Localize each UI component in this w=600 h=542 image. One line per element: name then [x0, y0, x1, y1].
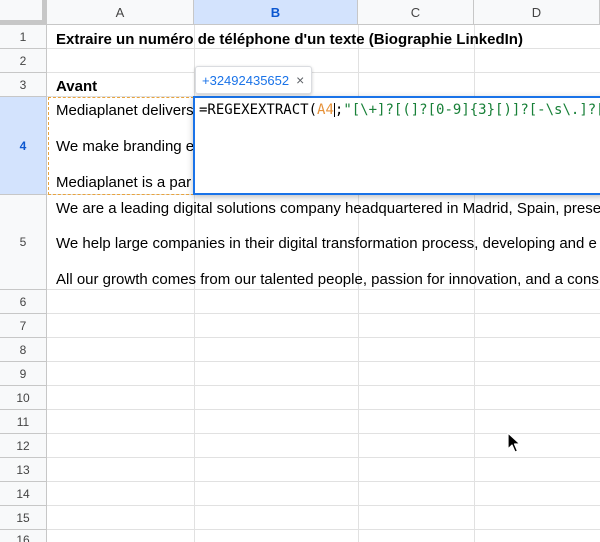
grid-line	[47, 481, 600, 482]
grid-line	[47, 409, 600, 410]
row-header-3[interactable]: 3	[0, 73, 47, 97]
column-header-c[interactable]: C	[358, 0, 474, 25]
close-icon[interactable]: ×	[296, 72, 304, 88]
row-header-9[interactable]: 9	[0, 362, 47, 386]
grid-line	[47, 385, 600, 386]
formula-regex-pattern: "[\+]?[(]?[0-9]{3}[)]?[-\s\.]?[0	[343, 102, 600, 118]
column-header-b[interactable]: B	[194, 0, 358, 25]
cell-a5-line-2[interactable]: We help large companies in their digital…	[56, 235, 597, 252]
grid-line	[47, 337, 600, 338]
grid-line	[47, 457, 600, 458]
cell-a3-label[interactable]: Avant	[56, 78, 97, 95]
column-header-a[interactable]: A	[47, 0, 194, 25]
row-header-8[interactable]: 8	[0, 338, 47, 362]
grid-line	[47, 72, 600, 73]
referenced-range-highlight	[48, 97, 194, 195]
cell-a1-title[interactable]: Extraire un numéro de téléphone d'un tex…	[56, 31, 523, 48]
formula-function: =REGEXEXTRACT(	[199, 102, 318, 118]
row-header-2[interactable]: 2	[0, 49, 47, 73]
grid-line	[47, 505, 600, 506]
grid-line	[47, 48, 600, 49]
select-all-corner[interactable]	[0, 0, 47, 25]
spreadsheet-grid[interactable]: A B C D 1 2 3 4 5 6 7 8 9 10 11 12 13 14…	[0, 0, 600, 542]
row-header-10[interactable]: 10	[0, 386, 47, 410]
row-header-12[interactable]: 12	[0, 434, 47, 458]
row-header-13[interactable]: 13	[0, 458, 47, 482]
row-header-4[interactable]: 4	[0, 97, 47, 195]
row-header-16[interactable]: 16	[0, 530, 47, 542]
cell-b4-formula-editor[interactable]: =REGEXEXTRACT(A4;"[\+]?[(]?[0-9]{3}[)]?[…	[193, 96, 600, 195]
column-header-d[interactable]: D	[474, 0, 600, 25]
grid-line	[47, 361, 600, 362]
preview-value: +32492435652	[202, 72, 290, 88]
row-header-14[interactable]: 14	[0, 482, 47, 506]
row-header-5[interactable]: 5	[0, 195, 47, 290]
formula-result-preview: +32492435652 ×	[195, 66, 312, 94]
row-header-11[interactable]: 11	[0, 410, 47, 434]
formula-text[interactable]: =REGEXEXTRACT(A4;"[\+]?[(]?[0-9]{3}[)]?[…	[199, 102, 600, 118]
row-header-15[interactable]: 15	[0, 506, 47, 530]
cell-a5-line-1[interactable]: We are a leading digital solutions compa…	[56, 200, 600, 217]
grid-line	[47, 289, 600, 290]
formula-cell-reference: A4	[317, 102, 334, 118]
cell-a5-line-3[interactable]: All our growth comes from our talented p…	[56, 271, 599, 288]
row-header-1[interactable]: 1	[0, 25, 47, 49]
mouse-pointer-icon	[507, 432, 521, 453]
grid-line	[47, 529, 600, 530]
row-header-7[interactable]: 7	[0, 314, 47, 338]
grid-line	[47, 313, 600, 314]
row-header-6[interactable]: 6	[0, 290, 47, 314]
